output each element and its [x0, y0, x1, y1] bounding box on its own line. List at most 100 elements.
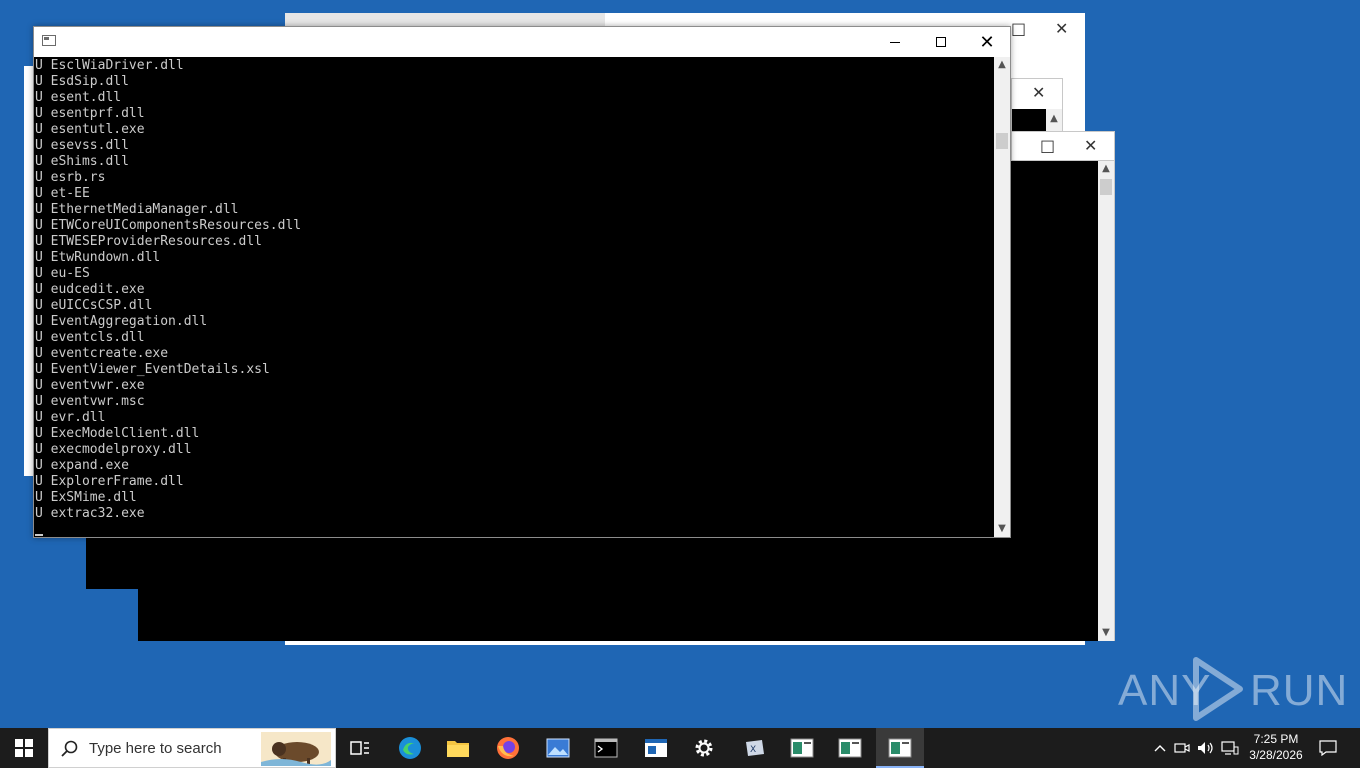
console-line: U EthernetMediaManager.dll: [35, 202, 239, 217]
console-app-button-3-active[interactable]: [876, 728, 924, 768]
meet-now-button[interactable]: [1170, 728, 1194, 768]
terminal-icon: [594, 738, 618, 758]
file-explorer-icon: [447, 741, 469, 757]
console-window-icon[interactable]: [42, 35, 56, 46]
console-line: U EsdSip.dll: [35, 74, 129, 89]
taskbar-search[interactable]: Type here to search: [48, 728, 336, 768]
firefox-button[interactable]: [484, 728, 532, 768]
console-app-button-1[interactable]: [778, 728, 826, 768]
console-line: U eventcreate.exe: [35, 346, 169, 361]
play-logo-icon: [1193, 657, 1243, 721]
console-line: U EsclWiaDriver.dll: [35, 58, 184, 73]
console-line: U eventcls.dll: [35, 330, 145, 345]
console-line: U expand.exe: [35, 458, 129, 473]
window-app-button[interactable]: [632, 728, 680, 768]
watermark-run: RUN: [1250, 666, 1349, 715]
maximize-icon[interactable]: □: [1011, 21, 1026, 37]
console-line: U eUICCsCSP.dll: [35, 298, 153, 313]
xps-viewer-button[interactable]: X: [730, 728, 778, 768]
maximize-icon: [936, 37, 946, 47]
console-window-titlebar[interactable]: ✕: [34, 27, 1010, 57]
console-line: U esentprf.dll: [35, 106, 145, 121]
close-icon[interactable]: ✕: [1055, 21, 1068, 37]
console-line: U ExSMime.dll: [35, 490, 137, 505]
clock-time: 7:25 PM: [1253, 732, 1299, 746]
console-app-icon: [790, 738, 814, 758]
minimize-button[interactable]: [872, 27, 918, 57]
console-line: U EventViewer_EventDetails.xsl: [35, 362, 270, 377]
photos-button[interactable]: [534, 728, 582, 768]
console-lines: U EsclWiaDriver.dll U EsdSip.dll U esent.d…: [35, 58, 301, 522]
console-line: U esrb.rs: [35, 170, 106, 185]
console-line: U esevss.dll: [35, 138, 129, 153]
task-view-icon: [350, 741, 369, 755]
console-window[interactable]: ✕ U EsclWiaDriver.dll U EsdSip.dll U esent…: [33, 26, 1011, 538]
show-hidden-icons-button[interactable]: [1148, 728, 1172, 768]
console-output[interactable]: U EsclWiaDriver.dll U EsdSip.dll U esent.d…: [34, 57, 994, 537]
search-icon: [61, 740, 78, 757]
background-window-3-titlebar: □ ✕: [1011, 131, 1115, 161]
console-line: U esent.dll: [35, 90, 122, 105]
console-line: U EventAggregation.dll: [35, 314, 208, 329]
console-line: U eShims.dll: [35, 154, 129, 169]
volume-button[interactable]: [1194, 728, 1218, 768]
scrollbar-thumb[interactable]: [996, 133, 1008, 149]
background-window-2-console: [1012, 109, 1046, 131]
maximize-icon[interactable]: □: [1040, 138, 1055, 154]
console-line: U eudcedit.exe: [35, 282, 145, 297]
webcam-icon: [1174, 743, 1190, 753]
background-window-2[interactable]: ✕ ▲: [1011, 78, 1063, 132]
window-icon: [645, 739, 667, 757]
notification-icon: [1319, 740, 1337, 756]
console-line: U ETWCoreUIComponentsResources.dll: [35, 218, 302, 233]
search-placeholder: Type here to search: [89, 740, 222, 757]
console-line: U execmodelproxy.dll: [35, 442, 192, 457]
scroll-down-arrow-icon[interactable]: ▼: [1098, 625, 1114, 641]
console-line: U ETWESEProviderResources.dll: [35, 234, 262, 249]
file-explorer-button[interactable]: [434, 728, 482, 768]
clock-date: 3/28/2026: [1249, 748, 1303, 762]
console-app-icon: [838, 738, 862, 758]
console-line: U extrac32.exe: [35, 506, 145, 521]
close-icon: ✕: [979, 31, 995, 53]
clock[interactable]: 7:25 PM 3/28/2026: [1236, 731, 1316, 763]
scroll-down-arrow-icon[interactable]: ▼: [994, 521, 1010, 537]
console-line: U eu-ES: [35, 266, 90, 281]
close-button[interactable]: ✕: [964, 27, 1010, 57]
windows-logo-icon: [15, 739, 33, 757]
background-window-3-console-left: [86, 537, 138, 589]
console-line: U EtwRundown.dll: [35, 250, 161, 265]
firefox-icon: [497, 737, 519, 759]
console-app-button-2[interactable]: [826, 728, 874, 768]
action-center-button[interactable]: [1316, 728, 1340, 768]
taskbar: Type here to search X 7:25 PM 3/28/2026: [0, 728, 1360, 768]
console-line: U eventvwr.msc: [35, 394, 145, 409]
console-cursor: [35, 534, 43, 536]
minimize-icon: [890, 41, 900, 43]
scrollbar[interactable]: ▲ ▼: [1098, 161, 1115, 641]
settings-button[interactable]: [680, 728, 728, 768]
scrollbar-thumb[interactable]: [1100, 179, 1112, 195]
scroll-up-arrow-icon[interactable]: ▲: [1046, 111, 1062, 127]
console-line: U ExplorerFrame.dll: [35, 474, 184, 489]
start-button[interactable]: [0, 728, 48, 768]
scroll-up-arrow-icon[interactable]: ▲: [994, 57, 1010, 73]
task-view-button[interactable]: [336, 728, 384, 768]
console-scrollbar[interactable]: ▲ ▼: [994, 57, 1010, 537]
photos-icon: [546, 738, 570, 758]
console-line: U ExecModelClient.dll: [35, 426, 200, 441]
settings-icon: [695, 739, 713, 757]
close-icon[interactable]: ✕: [1084, 138, 1097, 154]
console-line: U et-EE: [35, 186, 90, 201]
anyrun-watermark: ANY RUN: [1118, 654, 1347, 724]
close-icon[interactable]: ✕: [1032, 85, 1045, 101]
scrollbar[interactable]: ▲: [1046, 109, 1062, 131]
terminal-button[interactable]: [582, 728, 630, 768]
maximize-button[interactable]: [918, 27, 964, 57]
edge-button[interactable]: [386, 728, 434, 768]
bison-illustration-icon: [261, 732, 331, 766]
scroll-up-arrow-icon[interactable]: ▲: [1098, 161, 1114, 177]
chevron-up-icon: [1154, 745, 1166, 752]
edge-icon: [399, 737, 421, 759]
xps-viewer-icon: X: [746, 740, 764, 756]
